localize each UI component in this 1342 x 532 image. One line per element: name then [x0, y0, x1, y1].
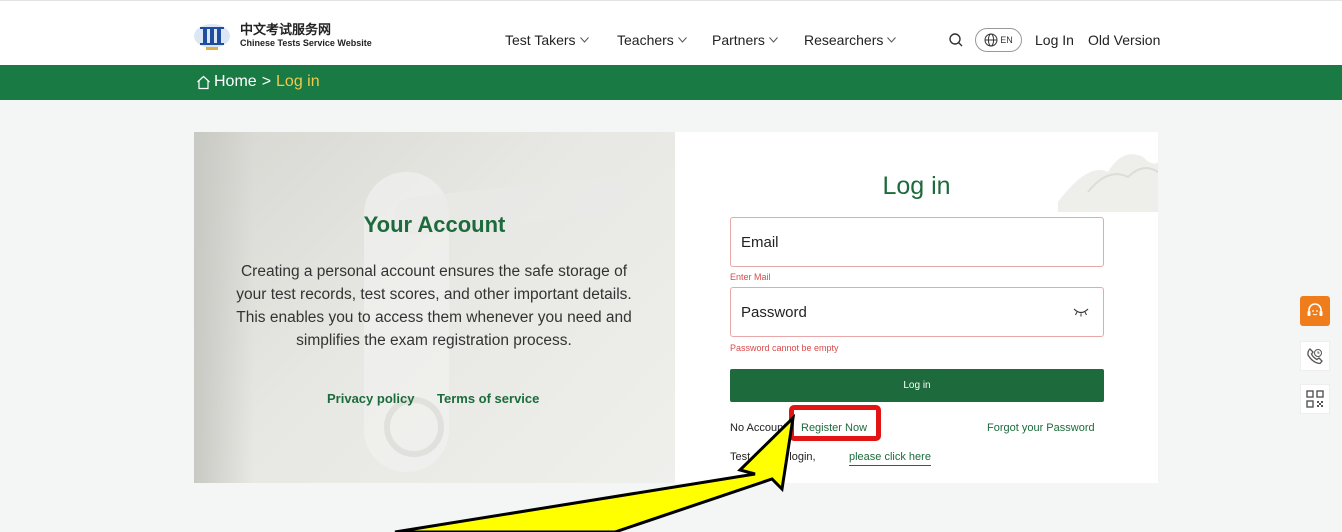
logo-chinese-name: 中文考试服务网 [240, 23, 332, 38]
breadcrumb-current: Log in [276, 73, 320, 90]
hotline-widget[interactable] [1300, 341, 1330, 371]
nav-teachers-label: Teachers [617, 32, 674, 48]
home-icon[interactable] [196, 75, 211, 90]
nav-researchers[interactable]: Researchers [804, 32, 897, 48]
account-title: Your Account [363, 212, 506, 237]
chevron-down-icon [677, 37, 687, 43]
nav-test-takers[interactable]: Test Takers [505, 32, 589, 48]
phone-clock-icon [1307, 348, 1323, 365]
qr-code-widget[interactable] [1300, 384, 1330, 414]
nav-test-takers-label: Test Takers [505, 32, 576, 48]
logo-emblem-icon [194, 24, 230, 50]
breadcrumb-separator: > [261, 73, 272, 90]
forgot-password-link[interactable]: Forgot your Password [987, 422, 1095, 434]
globe-icon [984, 33, 998, 47]
no-account-text: No Account [730, 422, 787, 434]
old-version-link[interactable]: Old Version [1088, 32, 1160, 48]
account-description: Creating a personal account ensures the … [236, 263, 632, 349]
chevron-down-icon [579, 37, 589, 43]
language-switcher[interactable]: EN [975, 28, 1022, 52]
privacy-policy-link[interactable]: Privacy policy [327, 391, 414, 406]
headset-icon [1307, 303, 1323, 316]
search-icon[interactable] [948, 32, 964, 48]
password-field[interactable]: Password [730, 287, 1104, 337]
password-error: Password cannot be empty [730, 343, 839, 353]
email-label: Email [741, 234, 779, 251]
breadcrumb: Home > Log in [196, 73, 320, 91]
customer-service-widget[interactable] [1300, 296, 1330, 326]
site-logo[interactable]: 中文考试服务网 Chinese Tests Service Website [192, 22, 372, 52]
email-error: Enter Mail [730, 272, 771, 282]
breadcrumb-bar: Home > Log in [0, 65, 1342, 100]
door-knob-image [384, 397, 444, 457]
password-label: Password [741, 304, 807, 321]
site-header: 中文考试服务网 Chinese Tests Service Website Te… [0, 0, 1342, 65]
logo-english-name: Chinese Tests Service Website [240, 38, 372, 48]
breadcrumb-home[interactable]: Home [214, 73, 257, 91]
qr-code-icon [1306, 390, 1324, 408]
nav-teachers[interactable]: Teachers [617, 32, 687, 48]
register-highlight-box [789, 405, 881, 441]
login-button[interactable]: Log in [730, 369, 1104, 402]
login-form-panel: Log in Email Enter Mail Password Passwor… [675, 132, 1158, 483]
nav-partners[interactable]: Partners [712, 32, 778, 48]
account-info-panel: Your Account Creating a personal account… [194, 132, 675, 483]
login-card: Your Account Creating a personal account… [194, 132, 1158, 483]
test-center-login-link[interactable]: please click here [849, 451, 931, 466]
login-title: Log in [675, 172, 1158, 201]
nav-partners-label: Partners [712, 32, 765, 48]
chevron-down-icon [769, 37, 778, 43]
eye-closed-icon[interactable] [1073, 307, 1089, 317]
terms-of-service-link[interactable]: Terms of service [437, 391, 539, 406]
test-center-text: Test Center login, [730, 451, 816, 463]
language-label: EN [1000, 35, 1013, 45]
login-title-text: Log in [882, 172, 951, 200]
nav-researchers-label: Researchers [804, 32, 884, 48]
header-login-link[interactable]: Log In [1035, 32, 1074, 48]
email-field[interactable]: Email [730, 217, 1104, 267]
chevron-down-icon [887, 37, 897, 43]
